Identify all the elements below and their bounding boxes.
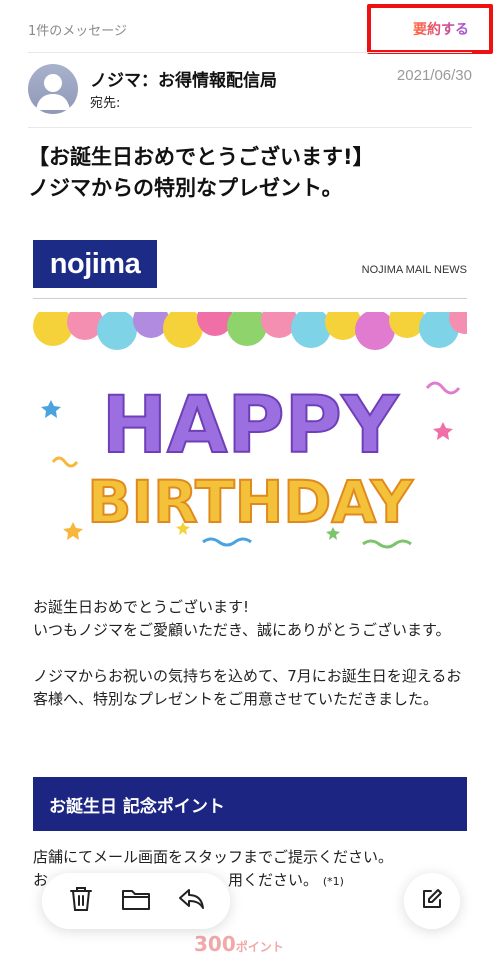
compose-icon [420, 887, 444, 915]
person-avatar-icon [28, 64, 78, 114]
email-body: お誕生日おめでとうございます! いつもノジマをご愛顧いただき、誠にありがとうござ… [33, 596, 469, 734]
footnote-marker: (*1) [322, 875, 344, 888]
happy-text: HAPPY [102, 381, 400, 471]
sender-row[interactable]: ノジマ：お得情報配信局 宛先: 2021/06/30 [0, 58, 500, 124]
birthday-text: BIRTHDAY [87, 468, 413, 536]
birthday-banner: HAPPY BIRTHDAY [33, 312, 467, 566]
points-amount: 300ポイント [194, 932, 284, 955]
trash-icon [69, 886, 93, 916]
reply-button[interactable] [171, 881, 211, 921]
summary-list-icon [391, 20, 409, 38]
mail-action-toolbar [42, 873, 230, 929]
points-number: 300 [194, 932, 236, 955]
sender-divider [28, 127, 472, 128]
partial-line-end: 用ください。 [228, 871, 319, 889]
greeting-paragraph: お誕生日おめでとうございます! いつもノジマをご愛顧いただき、誠にありがとうござ… [33, 598, 451, 639]
newsletter-label: NOJIMA MAIL NEWS [361, 264, 467, 276]
summarize-button[interactable]: 要約する [367, 4, 493, 54]
nojima-logo[interactable]: nojima [33, 240, 157, 288]
recipient-label: 宛先: [90, 96, 121, 111]
folder-icon [121, 887, 151, 915]
instruction-line: 店舗にてメール画面をスタッフまでご提示ください。 [33, 848, 394, 866]
compose-button[interactable] [404, 873, 460, 929]
move-to-folder-button[interactable] [116, 881, 156, 921]
sender-name: ノジマ：お得情報配信局 [90, 71, 277, 91]
banner-artwork: HAPPY BIRTHDAY [33, 312, 467, 549]
delete-button[interactable] [61, 881, 101, 921]
reply-icon [177, 887, 205, 915]
points-section-header: お誕生日 記念ポイント [33, 777, 467, 831]
header-divider [28, 52, 472, 53]
email-subject: 【お誕生日おめでとうございます!】 ノジマからの特別なプレゼント。 [28, 145, 374, 200]
summarize-label: 要約する [413, 19, 469, 39]
points-unit: ポイント [235, 940, 284, 954]
message-count: 1件のメッセージ [28, 24, 128, 39]
gift-paragraph: ノジマからお祝いの気持ちを込めて、7月にお誕生日を迎えるお客様へ、特別なプレゼン… [33, 667, 462, 708]
message-date: 2021/06/30 [396, 67, 472, 84]
logo-text: nojima [49, 247, 141, 280]
mail-header-bar: 1件のメッセージ 要約する [0, 0, 500, 54]
newsletter-divider [33, 298, 467, 299]
